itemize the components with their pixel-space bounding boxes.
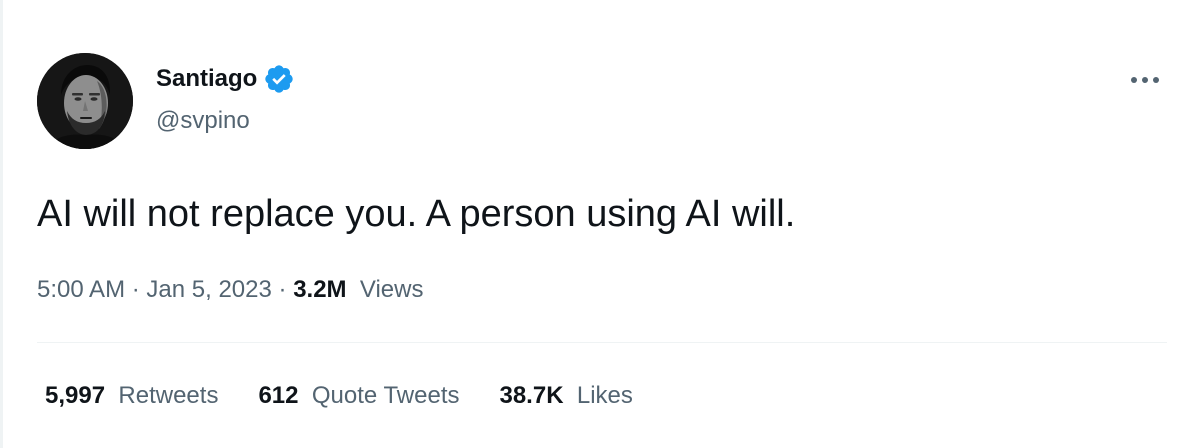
views-count: 3.2M: [293, 276, 347, 303]
tweet-time[interactable]: 5:00 AM: [37, 276, 125, 303]
likes-stat[interactable]: 38.7K Likes: [499, 378, 632, 414]
retweets-count: 5,997: [45, 382, 106, 409]
avatar[interactable]: [37, 53, 133, 149]
tweet-card: Santiago @svpino AI will not replace you…: [37, 0, 1167, 448]
meta-separator: ·: [278, 276, 294, 303]
author-display-name[interactable]: Santiago: [156, 62, 257, 96]
retweets-stat[interactable]: 5,997 Retweets: [45, 378, 218, 414]
views-label: Views: [353, 276, 424, 303]
tweet-date[interactable]: Jan 5, 2023: [146, 276, 271, 303]
tweet-meta: 5:00 AM · Jan 5, 2023 · 3.2M Views: [37, 272, 423, 308]
engagement-stats: 5,997 Retweets 612 Quote Tweets 38.7K Li…: [45, 378, 673, 414]
likes-count: 38.7K: [499, 382, 564, 409]
author-handle[interactable]: @svpino: [156, 104, 250, 138]
likes-label: Likes: [570, 382, 633, 409]
meta-separator: ·: [131, 276, 147, 303]
quote-tweets-label: Quote Tweets: [305, 382, 460, 409]
quote-tweets-count: 612: [258, 382, 299, 409]
quote-tweets-stat[interactable]: 612 Quote Tweets: [258, 378, 459, 414]
more-horizontal-icon[interactable]: [1125, 64, 1165, 96]
divider: [37, 342, 1167, 343]
tweet-text: AI will not replace you. A person using …: [37, 193, 796, 235]
retweets-label: Retweets: [111, 382, 219, 409]
author-name-row: Santiago: [156, 62, 295, 96]
left-border: [0, 0, 3, 448]
verified-badge-icon: [263, 63, 295, 95]
